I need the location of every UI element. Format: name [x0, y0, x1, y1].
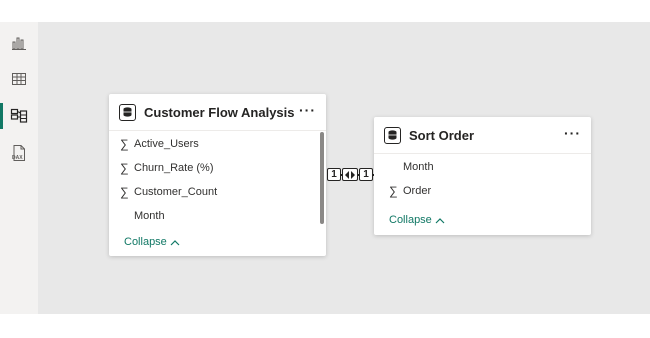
table-title: Customer Flow Analysis [144, 104, 295, 120]
view-rail: DAX [0, 22, 39, 314]
sigma-icon: ∑ [120, 185, 129, 199]
dax-query-view-icon: DAX [12, 145, 25, 161]
field-label: Churn_Rate (%) [134, 162, 214, 174]
chevron-up-icon [170, 239, 180, 245]
relationship-cardinality-from: 1 [327, 168, 341, 181]
report-view-icon [12, 37, 26, 50]
field-month[interactable]: Month [120, 207, 165, 225]
field-churn-rate[interactable]: ∑ Churn_Rate (%) [120, 159, 213, 177]
dax-query-view-button[interactable]: DAX [0, 136, 38, 170]
model-view-icon [10, 108, 28, 123]
table-view-icon [12, 73, 26, 85]
top-band [0, 0, 650, 22]
model-view-button[interactable] [0, 99, 38, 133]
table-card-customer-flow-analysis[interactable]: Customer Flow Analysis ··· ∑ Active_User… [109, 94, 326, 256]
field-label: Customer_Count [134, 186, 218, 198]
collapse-label: Collapse [389, 214, 432, 226]
field-label: Month [403, 161, 434, 173]
table-card-sort-order[interactable]: Sort Order ··· Month ∑ Order Collapse [374, 117, 591, 235]
collapse-button[interactable]: Collapse [389, 214, 445, 226]
sigma-icon: ∑ [389, 184, 398, 198]
collapse-button[interactable]: Collapse [124, 236, 180, 248]
relationship-crossfilter-both-icon[interactable] [342, 168, 358, 181]
field-label: Active_Users [134, 138, 199, 150]
vertical-scrollbar[interactable] [320, 132, 324, 224]
field-month[interactable]: Month [389, 158, 434, 176]
report-view-button[interactable] [0, 26, 38, 60]
table-card-header[interactable]: Customer Flow Analysis ··· [109, 94, 326, 131]
relationship-cardinality-to: 1 [359, 168, 373, 181]
field-active-users[interactable]: ∑ Active_Users [120, 135, 199, 153]
field-label: Order [403, 185, 432, 197]
table-icon [119, 103, 136, 121]
field-customer-count[interactable]: ∑ Customer_Count [120, 183, 217, 201]
chevron-up-icon [435, 217, 445, 223]
more-options-button[interactable]: ··· [299, 103, 316, 117]
more-options-button[interactable]: ··· [564, 126, 581, 140]
table-view-button[interactable] [0, 62, 38, 96]
table-card-header[interactable]: Sort Order ··· [374, 117, 591, 154]
svg-text:DAX: DAX [12, 155, 23, 161]
table-icon [384, 126, 401, 144]
table-title: Sort Order [409, 127, 475, 143]
bottom-band [0, 314, 650, 338]
collapse-label: Collapse [124, 236, 167, 248]
sigma-icon: ∑ [120, 137, 129, 151]
field-label: Month [134, 210, 165, 222]
field-order[interactable]: ∑ Order [389, 182, 431, 200]
sigma-icon: ∑ [120, 161, 129, 175]
